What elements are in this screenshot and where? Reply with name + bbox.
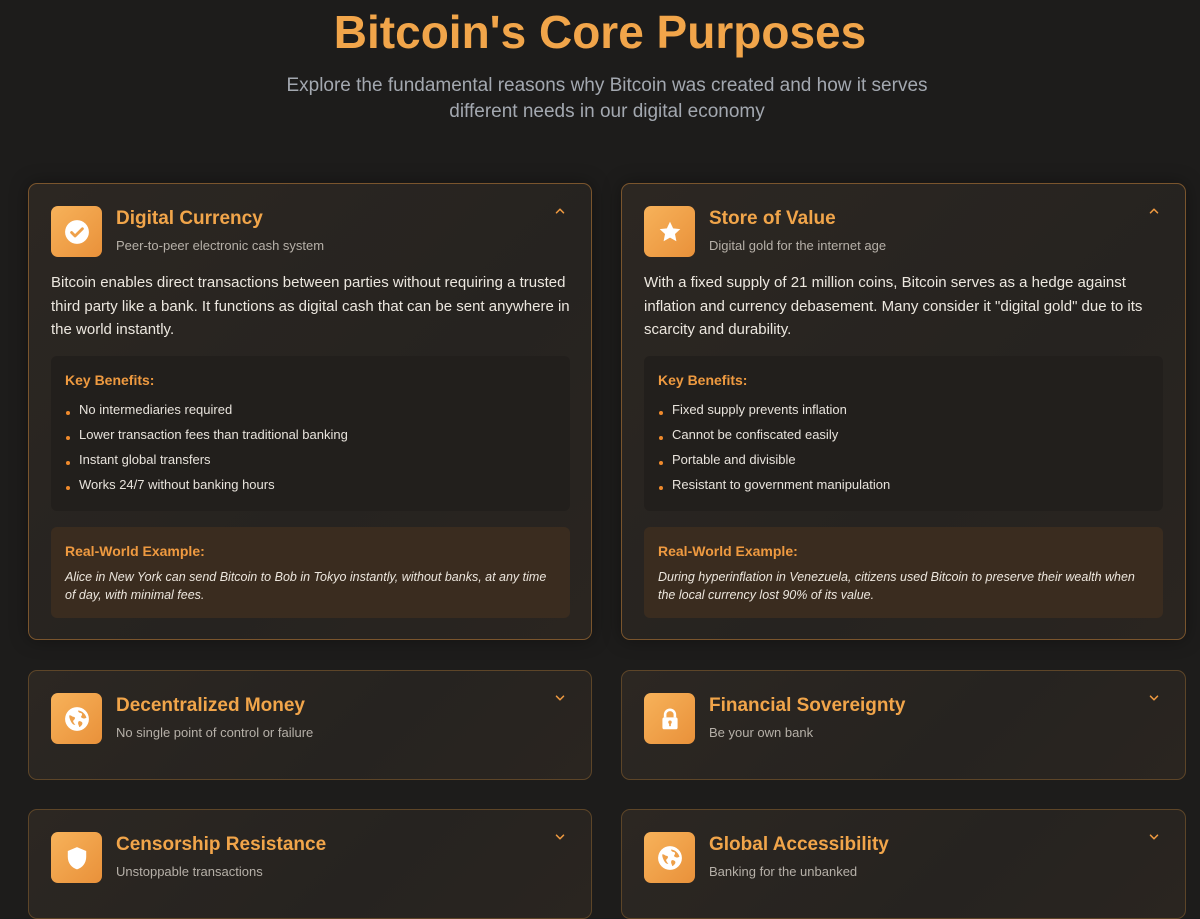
- chevron-down-icon[interactable]: [1147, 691, 1163, 707]
- bullet-icon: [66, 411, 70, 415]
- star-icon: [644, 206, 695, 257]
- bullet-icon: [659, 461, 663, 465]
- example-label: Real-World Example:: [65, 543, 205, 559]
- list-item: Fixed supply prevents inflation: [658, 397, 1149, 422]
- bullet-icon: [66, 461, 70, 465]
- real-world-example-panel: Real-World Example: During hyperinflatio…: [644, 527, 1163, 618]
- example-text: Alice in New York can send Bitcoin to Bo…: [65, 570, 547, 602]
- benefit-text: Lower transaction fees than traditional …: [79, 427, 348, 442]
- card-title: Digital Currency: [116, 208, 263, 229]
- real-world-example-panel: Real-World Example: Alice in New York ca…: [51, 527, 570, 618]
- globe-icon: [644, 832, 695, 883]
- benefits-list: No intermediaries required Lower transac…: [65, 397, 556, 497]
- card-tagline: Peer-to-peer electronic cash system: [116, 238, 325, 253]
- card-tagline: Banking for the unbanked: [709, 864, 858, 879]
- bullet-icon: [66, 486, 70, 490]
- bullet-icon: [659, 486, 663, 490]
- chevron-up-icon[interactable]: [1147, 204, 1163, 220]
- card-description: Bitcoin enables direct transactions betw…: [51, 274, 570, 338]
- card-tagline: No single point of control or failure: [116, 725, 314, 740]
- card-tagline: Unstoppable transactions: [116, 864, 263, 879]
- benefit-text: Cannot be confiscated easily: [672, 427, 839, 442]
- benefit-text: Portable and divisible: [672, 452, 796, 467]
- page-title: Bitcoin's Core Purposes: [333, 6, 867, 58]
- bullet-icon: [66, 436, 70, 440]
- list-item: Portable and divisible: [658, 447, 1149, 472]
- bullet-icon: [659, 411, 663, 415]
- key-benefits-panel: Key Benefits: No intermediaries required…: [51, 356, 570, 511]
- purpose-card-digital-currency[interactable]: Digital Currency Peer-to-peer electronic…: [28, 183, 592, 640]
- chevron-up-icon[interactable]: [553, 204, 569, 220]
- card-description: With a fixed supply of 21 million coins,…: [644, 274, 1143, 338]
- list-item: Cannot be confiscated easily: [658, 422, 1149, 447]
- benefits-list: Fixed supply prevents inflation Cannot b…: [658, 397, 1149, 497]
- benefit-text: Fixed supply prevents inflation: [672, 402, 847, 417]
- key-benefits-panel: Key Benefits: Fixed supply prevents infl…: [644, 356, 1163, 511]
- shield-icon: [51, 832, 102, 883]
- benefit-text: Resistant to government manipulation: [672, 477, 891, 492]
- purpose-card-decentralized-money[interactable]: Decentralized Money No single point of c…: [28, 670, 592, 780]
- check-circle-icon: [51, 206, 102, 257]
- globe-icon: [51, 693, 102, 744]
- card-tagline: Be your own bank: [709, 725, 814, 740]
- key-benefits-label: Key Benefits:: [65, 372, 155, 388]
- example-label: Real-World Example:: [658, 543, 798, 559]
- list-item: Instant global transfers: [65, 447, 556, 472]
- list-item: No intermediaries required: [65, 397, 556, 422]
- benefit-text: Instant global transfers: [79, 452, 211, 467]
- list-item: Lower transaction fees than traditional …: [65, 422, 556, 447]
- list-item: Resistant to government manipulation: [658, 472, 1149, 497]
- purpose-card-censorship-resistance[interactable]: Censorship Resistance Unstoppable transa…: [28, 809, 592, 919]
- benefit-text: No intermediaries required: [79, 402, 233, 417]
- bullet-icon: [659, 436, 663, 440]
- card-title: Store of Value: [709, 208, 836, 229]
- card-title: Decentralized Money: [116, 695, 305, 716]
- lock-icon: [644, 693, 695, 744]
- key-benefits-label: Key Benefits:: [658, 372, 748, 388]
- chevron-down-icon[interactable]: [553, 691, 569, 707]
- card-title: Censorship Resistance: [116, 834, 327, 855]
- benefit-text: Works 24/7 without banking hours: [79, 477, 275, 492]
- card-title: Financial Sovereignty: [709, 695, 906, 716]
- list-item: Works 24/7 without banking hours: [65, 472, 556, 497]
- card-tagline: Digital gold for the internet age: [709, 238, 887, 253]
- example-text: During hyperinflation in Venezuela, citi…: [658, 570, 1135, 602]
- chevron-down-icon[interactable]: [1147, 830, 1163, 846]
- purpose-card-global-accessibility[interactable]: Global Accessibility Banking for the unb…: [621, 809, 1186, 919]
- purpose-card-financial-sovereignty[interactable]: Financial Sovereignty Be your own bank: [621, 670, 1186, 780]
- purpose-card-store-of-value[interactable]: Store of Value Digital gold for the inte…: [621, 183, 1186, 640]
- page-subtitle: Explore the fundamental reasons why Bitc…: [286, 75, 928, 122]
- card-title: Global Accessibility: [709, 834, 889, 855]
- chevron-down-icon[interactable]: [553, 830, 569, 846]
